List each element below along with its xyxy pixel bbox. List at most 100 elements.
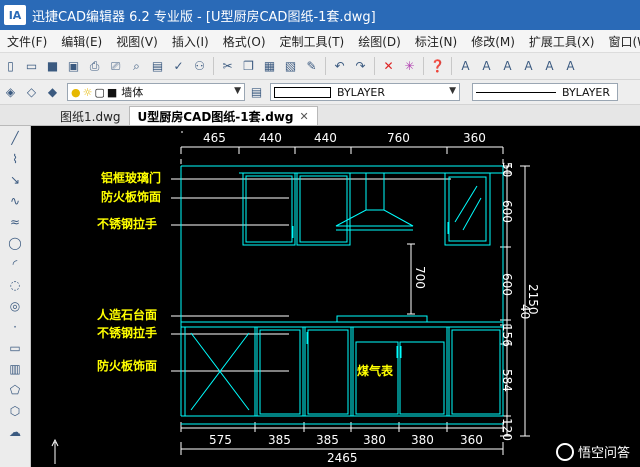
menu-window[interactable]: 窗口(W) (602, 33, 640, 50)
polygon-tool-icon[interactable]: ⬠ (6, 381, 24, 399)
tab-u-kitchen[interactable]: U型厨房CAD图纸-1套.dwg ✕ (128, 106, 318, 125)
construction-line-icon[interactable]: ↘ (6, 171, 24, 189)
layer-manager-icon[interactable]: ◈ (2, 84, 19, 101)
linetype-dropdown[interactable]: BYLAYER (472, 83, 618, 101)
line-tool-icon[interactable]: ╱ (6, 129, 24, 147)
lock-icon: ▢ (94, 85, 105, 99)
layer-color-icon: ■ (106, 85, 118, 99)
dim-overall-height: 2150 (526, 284, 540, 315)
draw-tool-palette: ╱ ⌇ ↘ ∿ ≈ ◯ ◜ ◌ ◎ · ▭ ▥ ⬠ ⬡ ☁ (0, 126, 31, 467)
menu-bar: 文件(F) 编辑(E) 视图(V) 插入(I) 格式(O) 定制工具(T) 绘图… (0, 30, 640, 53)
print-icon[interactable]: ⎙ (86, 58, 103, 75)
dim-top-3: 440 (314, 131, 337, 145)
text-style-icon[interactable]: A (457, 58, 474, 75)
save-as-icon[interactable]: ▣ (65, 58, 82, 75)
delete-icon[interactable]: ✕ (380, 58, 397, 75)
match-properties-icon[interactable]: ✎ (303, 58, 320, 75)
paste-special-icon[interactable]: ▧ (282, 58, 299, 75)
open-folder-icon[interactable]: ▭ (23, 58, 40, 75)
freehand-tool-icon[interactable]: ≈ (6, 213, 24, 231)
rectangle-tool-icon[interactable]: ▭ (6, 339, 24, 357)
menu-dimension[interactable]: 标注(N) (408, 33, 464, 50)
print-preview-icon[interactable]: ⎚ (107, 58, 124, 75)
tab-drawing1[interactable]: 图纸1.dwg (52, 107, 129, 125)
title-bar: IA 迅捷CAD编辑器 6.2 专业版 - [U型厨房CAD图纸-1套.dwg] (0, 0, 640, 30)
undo-icon[interactable]: ↶ (331, 58, 348, 75)
color-dropdown[interactable]: BYLAYER ▼ (270, 83, 460, 101)
new-file-icon[interactable]: ▯ (2, 58, 19, 75)
dim-right-5: 156 (500, 324, 514, 347)
menu-view[interactable]: 视图(V) (109, 33, 165, 50)
spellcheck-icon[interactable]: ✓ (170, 58, 187, 75)
cad-app-window: IA 迅捷CAD编辑器 6.2 专业版 - [U型厨房CAD图纸-1套.dwg]… (0, 0, 640, 467)
dim-right-7: 120 (500, 418, 514, 441)
drawing-canvas[interactable]: 465 440 440 760 360 50 600 600 40 156 58… (31, 126, 640, 467)
text-height-icon[interactable]: A (499, 58, 516, 75)
text-format-icon[interactable]: A (562, 58, 579, 75)
polyline-tool-icon[interactable]: ⌇ (6, 150, 24, 168)
multiline-text-icon[interactable]: A (478, 58, 495, 75)
dim-top-1: 465 (203, 131, 226, 145)
label-steel-handle-bottom: 不锈钢拉手 (97, 325, 157, 340)
menu-insert[interactable]: 插入(I) (165, 33, 216, 50)
tab-label: 图纸1.dwg (60, 109, 121, 124)
explode-icon[interactable]: ✳ (401, 58, 418, 75)
lightbulb-icon: ● (71, 85, 81, 99)
wukong-logo-icon (555, 442, 574, 461)
label-steel-handle-top: 不锈钢拉手 (97, 216, 157, 231)
region-tool-icon[interactable]: ⬡ (6, 402, 24, 420)
label-gas-meter: 煤气表 (357, 363, 394, 378)
layer-dropdown[interactable]: ● ☼ ▢ ■ 墙体 ▼ (67, 83, 245, 101)
cut-icon[interactable]: ✂ (219, 58, 236, 75)
ellipse-arc-icon[interactable]: ◌ (6, 276, 24, 294)
color-value: BYLAYER (337, 85, 386, 99)
color-swatch (274, 86, 331, 98)
layer-value: 墙体 (121, 86, 144, 99)
spline-tool-icon[interactable]: ∿ (6, 192, 24, 210)
redo-icon[interactable]: ↷ (352, 58, 369, 75)
paste-icon[interactable]: ▦ (261, 58, 278, 75)
document-tabs: 图纸1.dwg U型厨房CAD图纸-1套.dwg ✕ (0, 105, 640, 126)
toolbar-separator (325, 57, 326, 75)
help-icon[interactable]: ❓ (429, 58, 446, 75)
layer-previous-icon[interactable]: ◇ (23, 84, 40, 101)
dim-bottom-4: 380 (363, 433, 386, 447)
make-layer-current-icon[interactable]: ▤ (248, 84, 265, 101)
dim-top-5: 360 (463, 131, 486, 145)
linetype-value: BYLAYER (562, 85, 611, 99)
circle-tool-icon[interactable]: ◯ (6, 234, 24, 252)
donut-tool-icon[interactable]: ◎ (6, 297, 24, 315)
menu-custom-tools[interactable]: 定制工具(T) (273, 33, 352, 50)
menu-file[interactable]: 文件(F) (0, 33, 54, 50)
arc-tool-icon[interactable]: ◜ (6, 255, 24, 273)
hatch-tool-icon[interactable]: ▥ (6, 360, 24, 378)
dim-hood-height: 700 (413, 266, 427, 289)
text-spacing-icon[interactable]: A (541, 58, 558, 75)
publish-icon[interactable]: ▤ (149, 58, 166, 75)
zoom-page-icon[interactable]: ⌕ (128, 58, 145, 75)
find-icon[interactable]: ⚇ (191, 58, 208, 75)
copy-icon[interactable]: ❐ (240, 58, 257, 75)
text-edit-icon[interactable]: A (520, 58, 537, 75)
menu-extend-tools[interactable]: 扩展工具(X) (522, 33, 602, 50)
dim-bottom-6: 360 (460, 433, 483, 447)
menu-format[interactable]: 格式(O) (216, 33, 273, 50)
dim-bottom-5: 380 (411, 433, 434, 447)
dim-top-4: 760 (387, 131, 410, 145)
sun-icon: ☼ (82, 85, 93, 99)
dim-right-6: 584 (500, 369, 514, 392)
watermark-text: 悟空问答 (577, 446, 630, 461)
toolbar-separator (374, 57, 375, 75)
cloud-tool-icon[interactable]: ☁ (6, 423, 24, 441)
menu-draw[interactable]: 绘图(D) (351, 33, 408, 50)
menu-modify[interactable]: 修改(M) (464, 33, 522, 50)
save-icon[interactable]: ■ (44, 58, 61, 75)
toolbar-separator (423, 57, 424, 75)
layer-state-icon[interactable]: ◆ (44, 84, 61, 101)
watermark: 悟空问答 (555, 442, 630, 461)
close-icon[interactable]: ✕ (299, 110, 308, 123)
window-title: 迅捷CAD编辑器 6.2 专业版 - [U型厨房CAD图纸-1套.dwg] (32, 9, 376, 25)
menu-edit[interactable]: 编辑(E) (54, 33, 109, 50)
point-tool-icon[interactable]: · (6, 318, 24, 336)
kitchen-elevation-drawing: 465 440 440 760 360 50 600 600 40 156 58… (51, 131, 540, 465)
